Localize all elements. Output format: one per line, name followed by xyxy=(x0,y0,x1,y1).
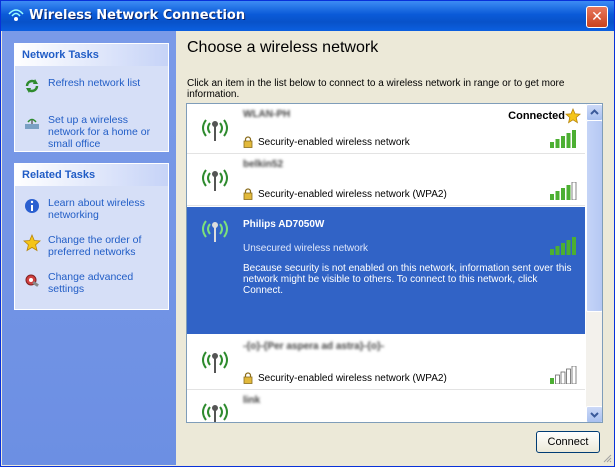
change-order-preferred-label: Change the order of preferred networks xyxy=(48,234,142,258)
network-item[interactable]: belkin52 Security-enabled wireless netwo… xyxy=(187,154,585,204)
setup-wireless-icon xyxy=(25,118,39,129)
change-order-preferred-link[interactable]: Change the order of preferred networks xyxy=(23,234,166,258)
network-security-label: Security-enabled wireless network (WPA2) xyxy=(258,188,447,200)
network-security-label: Security-enabled wireless network xyxy=(258,136,410,148)
setup-wireless-network-link[interactable]: Set up a wireless network for a home or … xyxy=(23,114,166,150)
change-advanced-settings-link[interactable]: Change advanced settings xyxy=(23,271,166,295)
lock-icon xyxy=(243,188,253,200)
refresh-network-list-label: Refresh network list xyxy=(48,77,141,89)
network-ssid: Philips AD7050W xyxy=(243,219,325,230)
network-ssid: WLAN-PH xyxy=(243,109,291,120)
network-item[interactable]: link xyxy=(187,390,585,422)
sidebar: Network Tasks Refresh network list Set u… xyxy=(2,31,176,465)
lock-icon xyxy=(243,372,253,384)
title-bar[interactable]: Wireless Network Connection ✕ xyxy=(1,1,614,31)
setup-wireless-network-label: Set up a wireless network for a home or … xyxy=(48,114,151,150)
connection-status: Connected xyxy=(508,110,565,122)
network-security: Security-enabled wireless network xyxy=(243,136,410,148)
network-security-label: Security-enabled wireless network (WPA2) xyxy=(258,372,447,384)
learn-about-wireless-link[interactable]: Learn about wireless networking xyxy=(23,197,166,221)
signal-strength-icon xyxy=(550,182,577,200)
network-security: Unsecured wireless network xyxy=(243,243,368,254)
wireless-antenna-icon xyxy=(202,351,228,373)
network-ssid: -{o}-{Per aspera ad astra}-{o}- xyxy=(243,341,385,352)
learn-about-wireless-label: Learn about wireless networking xyxy=(48,197,145,221)
info-icon xyxy=(25,199,39,213)
window-title: Wireless Network Connection xyxy=(29,8,246,23)
network-item-selected[interactable]: Philips AD7050W Unsecured wireless netwo… xyxy=(187,207,585,334)
scroll-up-button[interactable] xyxy=(586,104,602,121)
scroll-down-button[interactable] xyxy=(586,406,602,422)
network-description: Because security is not enabled on this … xyxy=(243,263,572,296)
related-tasks-header: Related Tasks xyxy=(15,164,168,186)
network-list-scrollbar[interactable] xyxy=(586,104,602,422)
network-item[interactable]: WLAN-PH Connected Security-enabled wirel… xyxy=(187,104,585,152)
network-security: Security-enabled wireless network (WPA2) xyxy=(243,372,447,384)
close-button[interactable]: ✕ xyxy=(586,6,608,28)
related-tasks-panel: Related Tasks Learn about wireless netwo… xyxy=(14,163,169,310)
wireless-antenna-icon xyxy=(202,119,228,141)
preferred-star-icon xyxy=(565,108,581,124)
resize-grip-icon[interactable] xyxy=(602,453,612,463)
refresh-network-list-link[interactable]: Refresh network list xyxy=(23,77,166,95)
network-list[interactable]: WLAN-PH Connected Security-enabled wirel… xyxy=(186,103,603,423)
network-ssid: link xyxy=(243,395,261,406)
wireless-antenna-icon xyxy=(202,220,228,242)
star-icon xyxy=(23,234,41,252)
refresh-icon xyxy=(25,79,39,93)
network-security: Security-enabled wireless network (WPA2) xyxy=(243,188,447,200)
wireless-antenna-icon xyxy=(202,403,228,422)
network-tasks-panel: Network Tasks Refresh network list Set u… xyxy=(14,43,169,152)
wireless-network-icon xyxy=(8,9,24,21)
scroll-thumb[interactable] xyxy=(586,120,602,312)
signal-strength-icon xyxy=(550,237,576,255)
instructions-text: Click an item in the list below to conne… xyxy=(187,78,565,100)
network-item[interactable]: -{o}-{Per aspera ad astra}-{o}- Security… xyxy=(187,336,585,388)
wireless-antenna-icon xyxy=(202,169,228,191)
chevron-down-icon xyxy=(590,412,599,418)
wireless-network-window: Wireless Network Connection ✕ Network Ta… xyxy=(0,0,615,467)
main-panel: Choose a wireless network Click an item … xyxy=(177,31,614,465)
separator xyxy=(187,205,585,206)
network-tasks-header: Network Tasks xyxy=(15,44,168,66)
signal-strength-icon xyxy=(550,130,576,148)
settings-icon xyxy=(25,274,39,287)
connect-button[interactable]: Connect xyxy=(536,431,600,453)
network-security-label: Unsecured wireless network xyxy=(243,243,369,254)
chevron-up-icon xyxy=(590,109,599,115)
signal-strength-icon xyxy=(550,366,577,384)
lock-icon xyxy=(243,136,253,148)
change-advanced-settings-label: Change advanced settings xyxy=(48,271,134,295)
page-title: Choose a wireless network xyxy=(187,39,379,56)
network-ssid: belkin52 xyxy=(243,159,284,170)
